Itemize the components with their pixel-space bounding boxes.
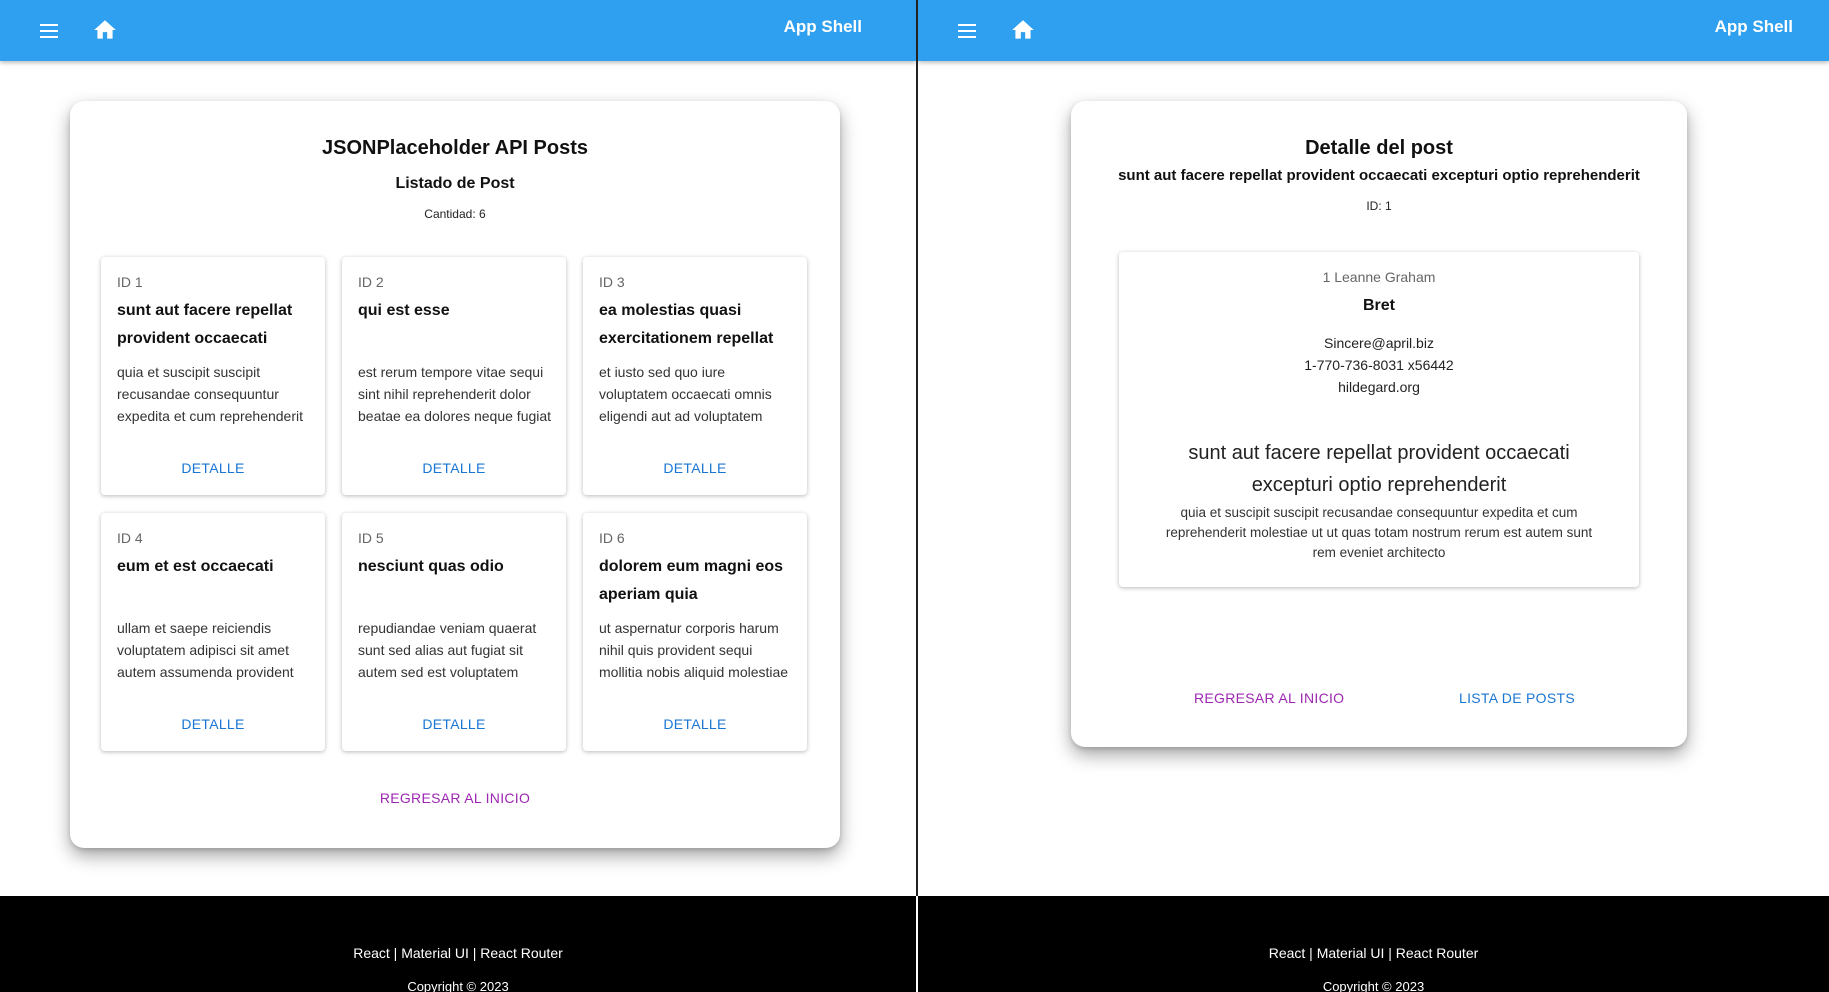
post-id: ID 5: [358, 530, 384, 546]
app-bar: App Shell: [0, 0, 916, 61]
post-card: ID 4 eum et est occaecati ullam et saepe…: [101, 513, 325, 751]
detail-button[interactable]: DETALLE: [342, 460, 566, 476]
app-title: App Shell: [783, 17, 862, 36]
user-card: 1 Leanne Graham Bret Sincere@april.biz 1…: [1119, 252, 1639, 587]
post-title: ea molestias quasi exercitationem repell…: [599, 302, 774, 347]
post-id: ID 4: [117, 530, 143, 546]
post-title: sunt aut facere repellat provident occae…: [117, 302, 293, 347]
page-subtitle: Listado de Post: [395, 175, 515, 192]
footer-links: React | Material UI | React Router: [353, 945, 563, 961]
home-icon[interactable]: [92, 17, 118, 43]
post-id: ID 3: [599, 274, 625, 290]
post-body: ullam et saepe reiciendis voluptatem adi…: [117, 620, 294, 680]
user-name: 1 Leanne Graham: [1322, 269, 1436, 285]
app-title: App Shell: [1714, 17, 1793, 36]
post-card: ID 1 sunt aut facere repellat provident …: [101, 257, 325, 495]
detail-pane: App Shell Detalle del post sunt aut face…: [918, 0, 1829, 992]
detail-button[interactable]: DETALLE: [583, 716, 807, 732]
post-heading: sunt aut facere repellat provident occae…: [1188, 442, 1570, 496]
post-id: ID 1: [117, 274, 143, 290]
post-id: ID 2: [358, 274, 384, 290]
post-detail-card: Detalle del post sunt aut facere repella…: [1071, 101, 1687, 747]
user-website: hildegard.org: [1338, 379, 1420, 395]
post-title: nesciunt quas odio: [358, 558, 504, 575]
detail-button[interactable]: DETALLE: [101, 716, 325, 732]
post-body: est rerum tempore vitae sequi sint nihil…: [358, 364, 552, 424]
menu-icon[interactable]: [954, 18, 980, 44]
back-home-button[interactable]: REGRESAR AL INICIO: [1194, 690, 1344, 706]
back-home-button[interactable]: REGRESAR AL INICIO: [70, 790, 840, 806]
posts-card: JSONPlaceholder API Posts Listado de Pos…: [70, 101, 840, 848]
post-body: repudiandae veniam quaerat sunt sed alia…: [358, 620, 537, 680]
user-username: Bret: [1362, 297, 1395, 314]
post-body: quia et suscipit suscipit recusandae con…: [1165, 505, 1593, 560]
post-title: dolorem eum magni eos aperiam quia: [599, 558, 784, 603]
page-title: JSONPlaceholder API Posts: [321, 137, 588, 159]
post-id: ID 6: [599, 530, 625, 546]
footer: React | Material UI | React Router Copyr…: [0, 896, 916, 992]
app-bar: App Shell: [918, 0, 1829, 61]
post-id: ID: 1: [1366, 199, 1392, 213]
posts-list-button[interactable]: LISTA DE POSTS: [1459, 690, 1575, 706]
footer-copyright: Copyright © 2023: [407, 979, 509, 992]
user-email: Sincere@april.biz: [1324, 335, 1434, 351]
post-title: sunt aut facere repellat provident occae…: [1118, 167, 1640, 184]
detail-button[interactable]: DETALLE: [101, 460, 325, 476]
post-count: Cantidad: 6: [424, 207, 486, 221]
footer-copyright: Copyright © 2023: [1322, 979, 1425, 992]
detail-button[interactable]: DETALLE: [342, 716, 566, 732]
post-title: eum et est occaecati: [117, 558, 274, 575]
post-card: ID 6 dolorem eum magni eos aperiam quia …: [583, 513, 807, 751]
post-card: ID 2 qui est esse est rerum tempore vita…: [342, 257, 566, 495]
menu-icon[interactable]: [36, 18, 62, 44]
detail-button[interactable]: DETALLE: [583, 460, 807, 476]
post-body: quia et suscipit suscipit recusandae con…: [117, 364, 303, 424]
page-title: Detalle del post: [1305, 137, 1453, 159]
home-icon[interactable]: [1010, 17, 1036, 43]
footer: React | Material UI | React Router Copyr…: [918, 896, 1829, 992]
user-phone: 1-770-736-8031 x56442: [1304, 357, 1454, 373]
post-body: et iusto sed quo iure voluptatem occaeca…: [599, 364, 772, 424]
post-card: ID 3 ea molestias quasi exercitationem r…: [583, 257, 807, 495]
post-title: qui est esse: [358, 302, 450, 319]
post-card: ID 5 nesciunt quas odio repudiandae veni…: [342, 513, 566, 751]
list-pane: App Shell JSONPlaceholder API Posts List…: [0, 0, 916, 992]
post-body: ut aspernatur corporis harum nihil quis …: [599, 620, 789, 680]
footer-links: React | Material UI | React Router: [1268, 945, 1479, 961]
